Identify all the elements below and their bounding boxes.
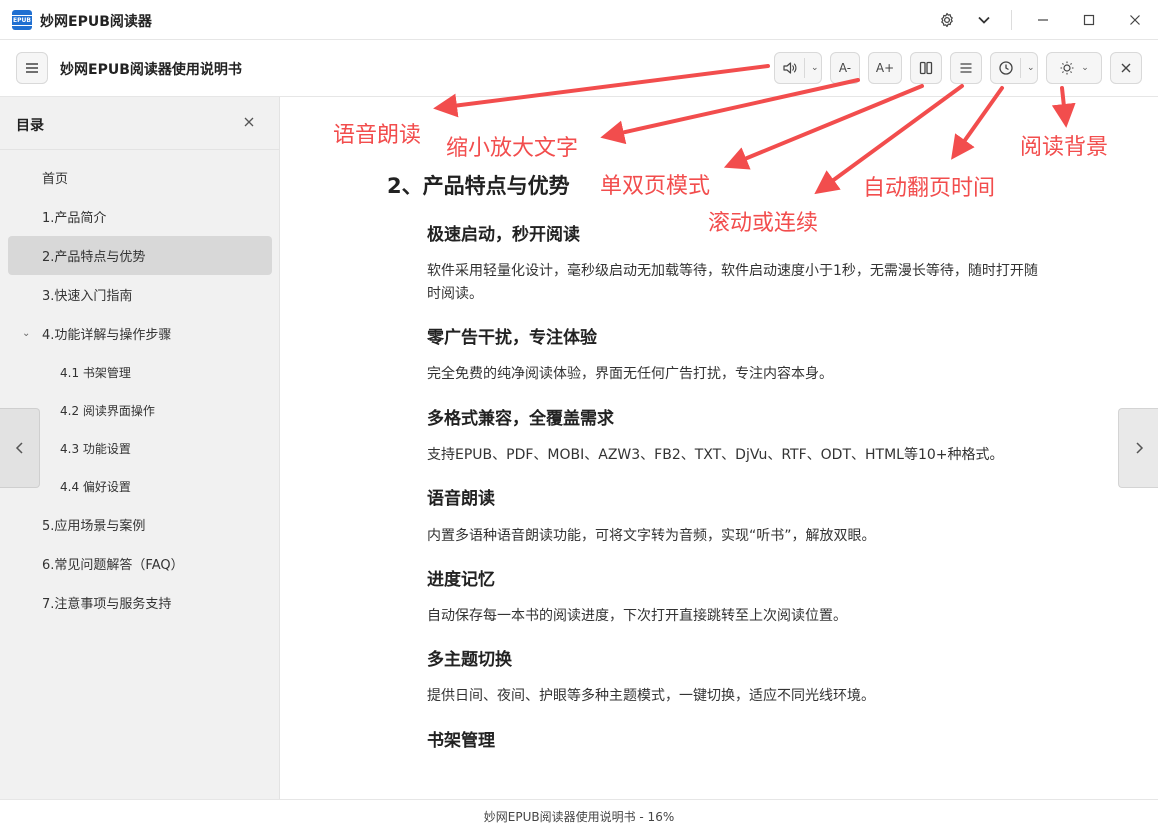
reading-progress-text: 妙网EPUB阅读器使用说明书 - 16%	[483, 810, 675, 824]
annotation-auto-page: 自动翻页时间	[863, 176, 996, 201]
annotation-tts: 语音朗读	[333, 123, 422, 148]
status-bar: 妙网EPUB阅读器使用说明书 - 16%	[0, 799, 1158, 833]
annotation-background: 阅读背景	[1020, 135, 1109, 160]
annotation-arrows	[433, 64, 1076, 195]
annotation-scroll: 滚动或连续	[708, 211, 819, 236]
annotation-page-mode: 单双页模式	[600, 174, 711, 199]
annotation-font-size: 缩小放大文字	[446, 136, 579, 161]
